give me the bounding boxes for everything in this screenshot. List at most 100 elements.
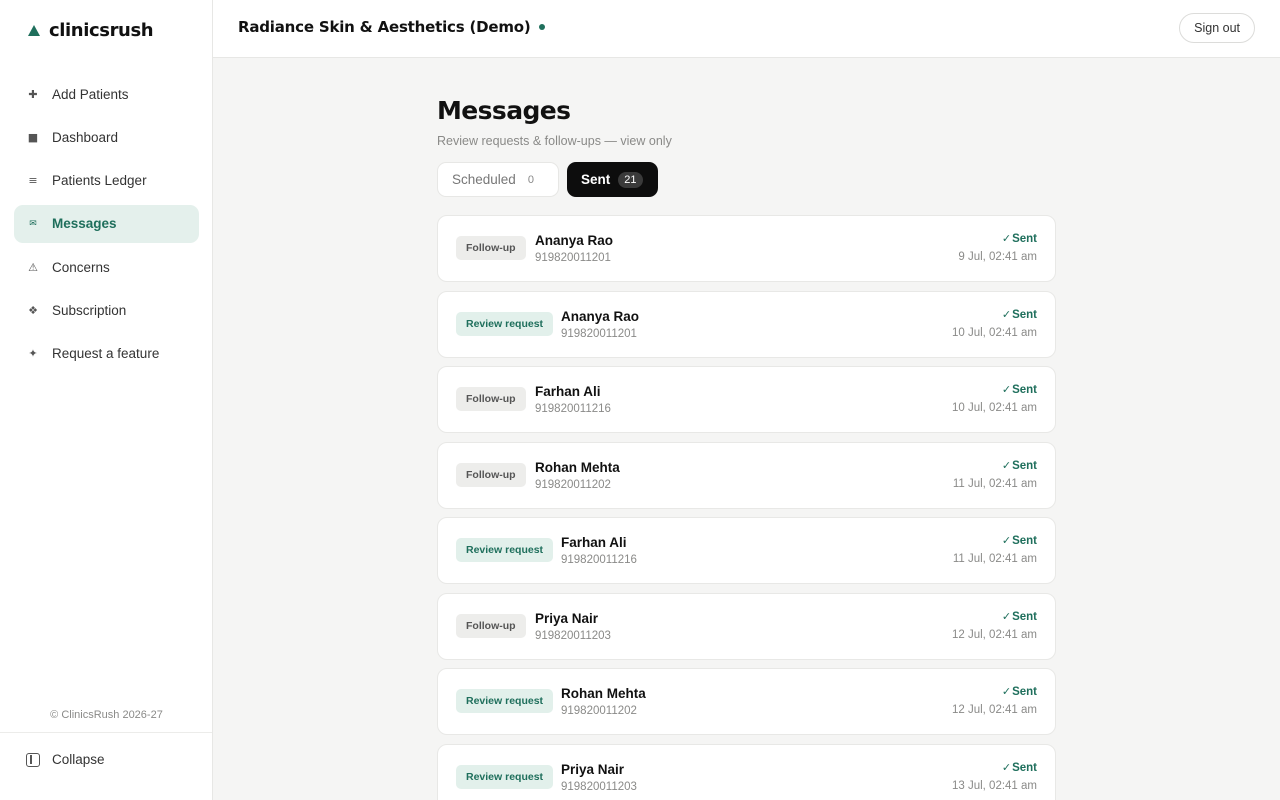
patient-phone: 919820011201	[535, 252, 611, 264]
sidebar-item-label: Messages	[52, 216, 117, 232]
main-content: Messages Review requests & follow-ups — …	[437, 96, 1056, 800]
sidebar-item-label: Concerns	[52, 259, 110, 275]
tab-count-badge: 0	[527, 173, 534, 186]
sent-timestamp: 10 Jul, 02:41 am	[951, 402, 1037, 414]
message-type-badge: Review request	[456, 689, 554, 713]
sent-status-label: Sent	[1012, 686, 1037, 698]
message-type-badge: Follow-up	[456, 462, 526, 487]
message-card[interactable]: Review request Rohan Mehta 919820011202 ✓Se…	[437, 668, 1056, 735]
patient-phone: 919820011216	[535, 403, 611, 415]
sent-status-label: Sent	[1012, 384, 1037, 396]
collapse-button[interactable]: Collapse	[26, 752, 105, 767]
sidebar-item-add-patients[interactable]: ✚ Add Patients	[14, 75, 199, 113]
sent-status: ✓Sent	[1002, 383, 1037, 396]
sent-timestamp: 10 Jul, 02:41 am	[951, 326, 1037, 339]
message-card[interactable]: Review request Ananya Rao 919820011201 ✓Sen…	[437, 290, 1056, 358]
sent-status-label: Sent	[1012, 610, 1037, 623]
dashboard-icon: ■	[27, 130, 39, 144]
sent-status-label: Sent	[1012, 535, 1037, 547]
sent-status-label: Sent	[1012, 308, 1037, 321]
logo-triangle-icon	[28, 25, 40, 36]
patient-phone: 919820011201	[561, 327, 637, 340]
patient-name: Priya Nair	[535, 610, 599, 626]
tab-label: Scheduled	[452, 172, 516, 187]
sent-status: ✓Sent	[1002, 459, 1037, 472]
page-title: Messages	[437, 96, 571, 125]
clinic-title: Radiance Skin & Aesthetics (Demo)	[238, 18, 545, 36]
sent-timestamp: 11 Jul, 02:41 am	[952, 477, 1037, 490]
message-card[interactable]: Review request Priya Nair 919820011203 ✓Sen…	[437, 743, 1056, 800]
check-icon: ✓	[1001, 383, 1012, 396]
check-icon: ✓	[1001, 458, 1012, 472]
patient-phone: 919820011202	[561, 705, 637, 717]
patient-phone: 919820011203	[561, 780, 637, 793]
tab-sent[interactable]: Sent 21	[567, 162, 658, 197]
sent-timestamp: 12 Jul, 02:41 am	[951, 704, 1037, 716]
patient-name: Rohan Mehta	[561, 686, 646, 701]
message-list: Follow-up Ananya Rao 919820011201 ✓Sent 9 Ju…	[437, 215, 1056, 800]
sent-status-label: Sent	[1012, 233, 1037, 245]
patient-phone: 919820011202	[535, 478, 611, 491]
sidebar-nav: ✚ Add Patients ■ Dashboard ≡ Patients Ledger ✉…	[14, 75, 199, 378]
patient-phone: 919820011216	[561, 554, 637, 566]
message-tabs: Scheduled 0 Sent 21	[437, 162, 1056, 197]
sidebar-item-messages[interactable]: ✉ Messages	[14, 204, 199, 243]
sent-timestamp: 9 Jul, 02:41 am	[958, 251, 1037, 263]
top-bar: Radiance Skin & Aesthetics (Demo) Sign o…	[213, 0, 1280, 58]
sent-status: ✓Sent	[1002, 308, 1037, 321]
copyright: © ClinicsRush 2026-27	[50, 709, 163, 721]
check-icon: ✓	[1001, 534, 1012, 547]
clinic-name: Radiance Skin & Aesthetics (Demo)	[238, 18, 531, 36]
subscription-icon: ❖	[28, 303, 38, 317]
sent-status: ✓Sent	[1002, 534, 1037, 547]
message-card[interactable]: Review request Farhan Ali 919820011216 ✓Sen…	[437, 517, 1056, 584]
patient-name: Farhan Ali	[535, 384, 601, 399]
message-card[interactable]: Follow-up Ananya Rao 919820011201 ✓Sent 9 Ju…	[437, 215, 1056, 282]
check-icon: ✓	[1001, 307, 1012, 321]
sent-timestamp: 11 Jul, 02:41 am	[952, 553, 1037, 565]
sidebar-item-label: Patients Ledger	[52, 173, 147, 189]
collapse-label: Collapse	[52, 752, 105, 767]
sent-status-label: Sent	[1012, 459, 1037, 472]
sidebar-item-dashboard[interactable]: ■ Dashboard	[14, 118, 199, 156]
check-icon: ✓	[1001, 760, 1012, 774]
mail-icon: ✉	[29, 218, 37, 229]
message-card[interactable]: Follow-up Farhan Ali 919820011216 ✓Sent 10 J…	[437, 366, 1056, 433]
patient-name: Farhan Ali	[561, 535, 627, 550]
message-type-badge: Review request	[456, 538, 554, 562]
patient-name: Rohan Mehta	[535, 459, 620, 475]
sidebar-item-label: Add Patients	[52, 86, 129, 102]
sent-status: ✓Sent	[1002, 761, 1037, 774]
sidebar-item-subscription[interactable]: ❖ Subscription	[14, 291, 199, 329]
check-icon: ✓	[1001, 609, 1012, 623]
sent-status-label: Sent	[1012, 761, 1037, 774]
list-icon: ≡	[28, 174, 38, 188]
tab-scheduled[interactable]: Scheduled 0	[437, 162, 559, 197]
message-card[interactable]: Follow-up Priya Nair 919820011203 ✓Sent 12 J…	[437, 592, 1056, 660]
plus-icon: ✚	[28, 87, 38, 101]
check-icon: ✓	[1001, 685, 1012, 698]
message-type-badge: Follow-up	[456, 613, 526, 638]
patient-name: Ananya Rao	[561, 308, 640, 324]
sidebar-item-label: Subscription	[52, 302, 127, 318]
message-card[interactable]: Follow-up Rohan Mehta 919820011202 ✓Sent 11 …	[437, 441, 1056, 509]
message-type-badge: Review request	[456, 311, 554, 336]
sent-status: ✓Sent	[1002, 610, 1037, 623]
sidebar-item-concerns[interactable]: ⚠ Concerns	[14, 248, 199, 286]
sent-timestamp: 12 Jul, 02:41 am	[951, 628, 1037, 641]
brand-logo[interactable]: clinicsrush	[28, 20, 154, 41]
sidebar-item-request-a-feature[interactable]: ✦ Request a feature	[14, 335, 199, 373]
sidebar-item-patients-ledger[interactable]: ≡ Patients Ledger	[14, 162, 199, 200]
message-type-badge: Review request	[456, 764, 554, 789]
sent-status: ✓Sent	[1002, 232, 1037, 245]
patient-name: Priya Nair	[561, 761, 625, 777]
brand-name: clinicsrush	[49, 20, 154, 41]
sidebar: clinicsrush ✚ Add Patients ■ Dashboard ≡ Pati…	[0, 0, 213, 800]
page-subtitle: Review requests & follow-ups — view only	[437, 134, 672, 148]
tab-count-badge: 21	[618, 171, 643, 188]
message-type-badge: Follow-up	[456, 236, 526, 260]
sign-out-button[interactable]: Sign out	[1179, 13, 1255, 43]
collapse-sidebar-icon	[26, 752, 40, 767]
sidebar-item-label: Dashboard	[52, 129, 119, 145]
warning-icon: ⚠	[28, 260, 38, 274]
